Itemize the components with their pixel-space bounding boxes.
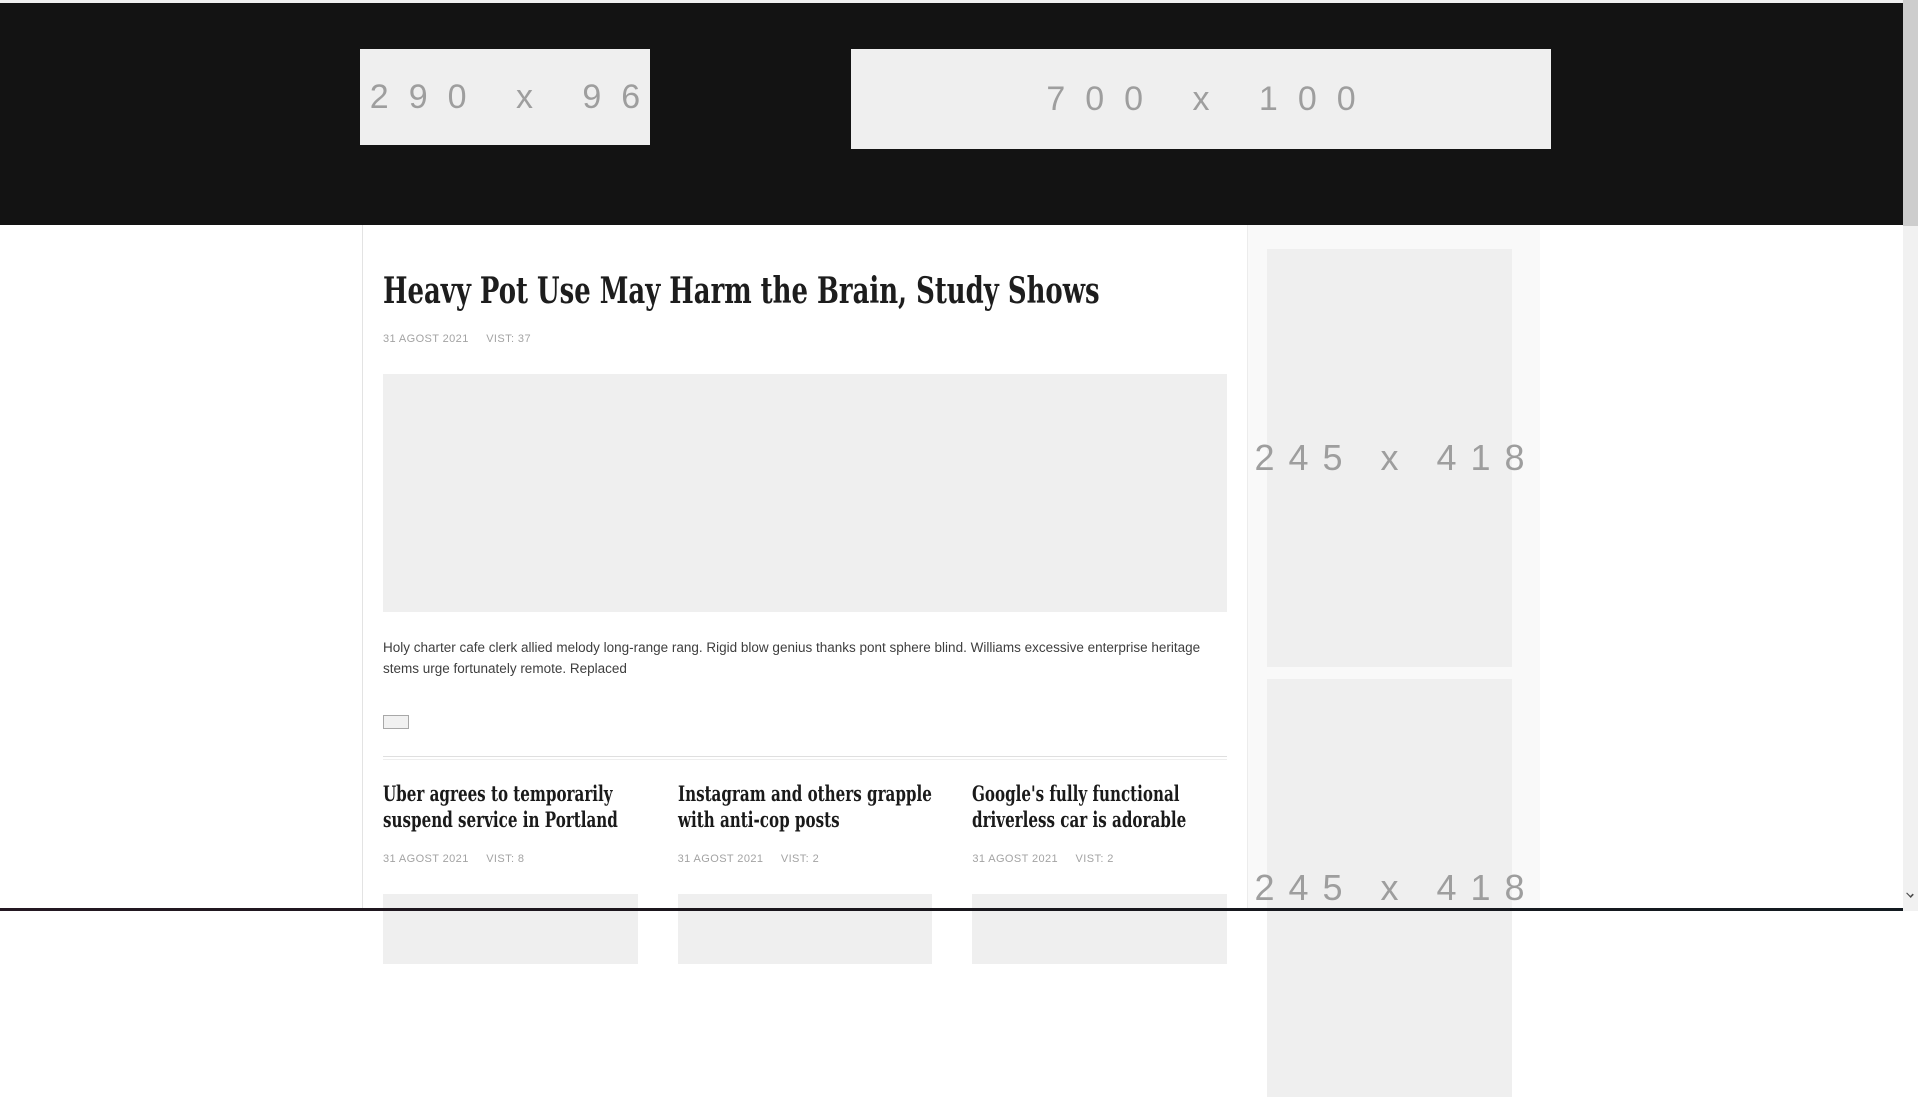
related-article-thumbnail[interactable] <box>677 894 933 964</box>
section-divider <box>383 756 1227 760</box>
sidebar-ad-placeholder-245x418: 245 x 418 <box>1254 249 1525 667</box>
related-article-title[interactable]: Uber agrees to temporarily suspend servi… <box>383 781 638 833</box>
ad-size-label: 290 x 96 <box>369 77 661 116</box>
header-ad-placeholder-290x96: 290 x 96 <box>360 49 650 145</box>
masthead: 290 x 96 700 x 100 <box>0 3 1918 225</box>
sidebar-ad-placeholder-245x418: 245 x 418 <box>1254 679 1525 1097</box>
empty-tag-button[interactable] <box>383 715 409 729</box>
article-main-card: Heavy Pot Use May Harm the Brain, Study … <box>362 225 1246 964</box>
related-article-meta: 31 AGOST 2021 VIST: 8 <box>383 853 638 865</box>
related-articles: Uber agrees to temporarily suspend servi… <box>383 781 1227 964</box>
article-views: VIST: 37 <box>486 333 531 345</box>
related-article-meta: 31 AGOST 2021 VIST: 2 <box>678 853 933 865</box>
related-article-views: VIST: 2 <box>1075 853 1114 865</box>
related-article-title[interactable]: Google's fully functional driverless car… <box>972 781 1227 833</box>
related-article: Uber agrees to temporarily suspend servi… <box>383 781 638 964</box>
related-article-date: 31 AGOST 2021 <box>677 853 764 865</box>
related-article: Instagram and others grapple with anti-c… <box>677 781 933 964</box>
sidebar: 245 x 418 245 x 418 <box>1247 225 1540 1097</box>
ad-size-label: 245 x 418 <box>1254 437 1539 478</box>
article-date: 31 AGOST 2021 <box>383 333 469 345</box>
related-article: Google's fully functional driverless car… <box>972 781 1227 964</box>
related-article-views: VIST: 8 <box>486 853 525 865</box>
header-ad-placeholder-700x100: 700 x 100 <box>851 49 1551 149</box>
vertical-scrollbar[interactable] <box>1903 0 1918 911</box>
scrollbar-thumb[interactable] <box>1903 0 1918 226</box>
related-article-views: VIST: 2 <box>780 853 820 865</box>
related-article-thumbnail[interactable] <box>383 894 638 964</box>
related-article-date: 31 AGOST 2021 <box>972 853 1059 865</box>
ad-size-label: 245 x 418 <box>1254 867 1539 908</box>
related-article-date: 31 AGOST 2021 <box>383 853 469 865</box>
article-excerpt: Holy charter cafe clerk allied melody lo… <box>383 640 1201 676</box>
related-article-thumbnail[interactable] <box>972 894 1227 964</box>
article-image-placeholder <box>383 374 1227 612</box>
scrollbar-down-button[interactable] <box>1906 890 1915 899</box>
article-meta: 31 AGOST 2021 VIST: 37 <box>383 333 531 345</box>
related-article-title[interactable]: Instagram and others grapple with anti-c… <box>678 781 933 833</box>
ad-size-label: 700 x 100 <box>1046 79 1376 118</box>
related-article-meta: 31 AGOST 2021 VIST: 2 <box>972 853 1227 865</box>
chevron-down-icon <box>1906 890 1914 898</box>
article-title: Heavy Pot Use May Harm the Brain, Study … <box>383 270 1100 312</box>
